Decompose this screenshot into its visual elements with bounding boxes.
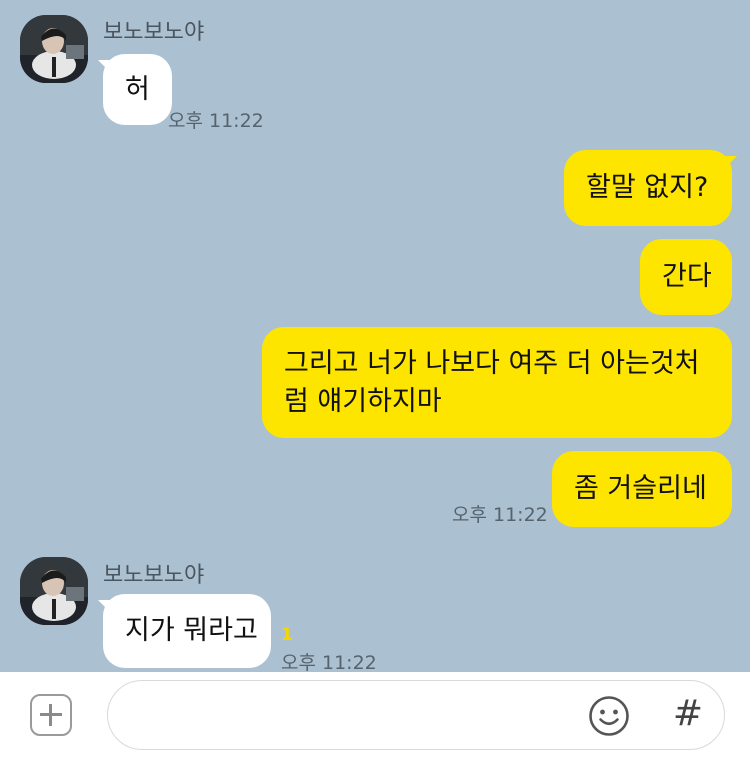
message-bubble-incoming[interactable]: 지가 뭐라고 bbox=[103, 594, 271, 668]
chat-area[interactable]: 보노보노야 허 오후 11:22 할말 없지? 간다 그리고 너가 나보다 여주… bbox=[0, 0, 750, 672]
message-time: 오후 11:22 bbox=[168, 110, 264, 132]
hashtag-search-button[interactable]: # bbox=[668, 692, 708, 736]
message-time: 오후 11:22 bbox=[281, 652, 377, 672]
message-bubble-incoming[interactable]: 허 bbox=[103, 54, 172, 125]
profile-photo bbox=[20, 557, 88, 625]
message-bubble-outgoing[interactable]: 좀 거슬리네 bbox=[552, 451, 732, 527]
smiley-icon[interactable] bbox=[588, 695, 630, 737]
plus-box-icon[interactable] bbox=[30, 694, 72, 736]
message-bubble-outgoing[interactable]: 할말 없지? bbox=[564, 150, 732, 226]
message-time: 오후 11:22 bbox=[452, 504, 548, 526]
unread-count: 1 bbox=[281, 625, 293, 645]
profile-photo bbox=[20, 15, 88, 83]
friend-avatar[interactable] bbox=[20, 557, 88, 625]
sender-name: 보노보노야 bbox=[103, 20, 205, 45]
message-bubble-outgoing[interactable]: 그리고 너가 나보다 여주 더 아는것처럼 얘기하지마 bbox=[262, 327, 732, 438]
sender-name: 보노보노야 bbox=[103, 563, 205, 588]
friend-avatar[interactable] bbox=[20, 15, 88, 83]
message-bubble-outgoing[interactable]: 간다 bbox=[640, 239, 732, 315]
message-input[interactable] bbox=[107, 680, 725, 750]
